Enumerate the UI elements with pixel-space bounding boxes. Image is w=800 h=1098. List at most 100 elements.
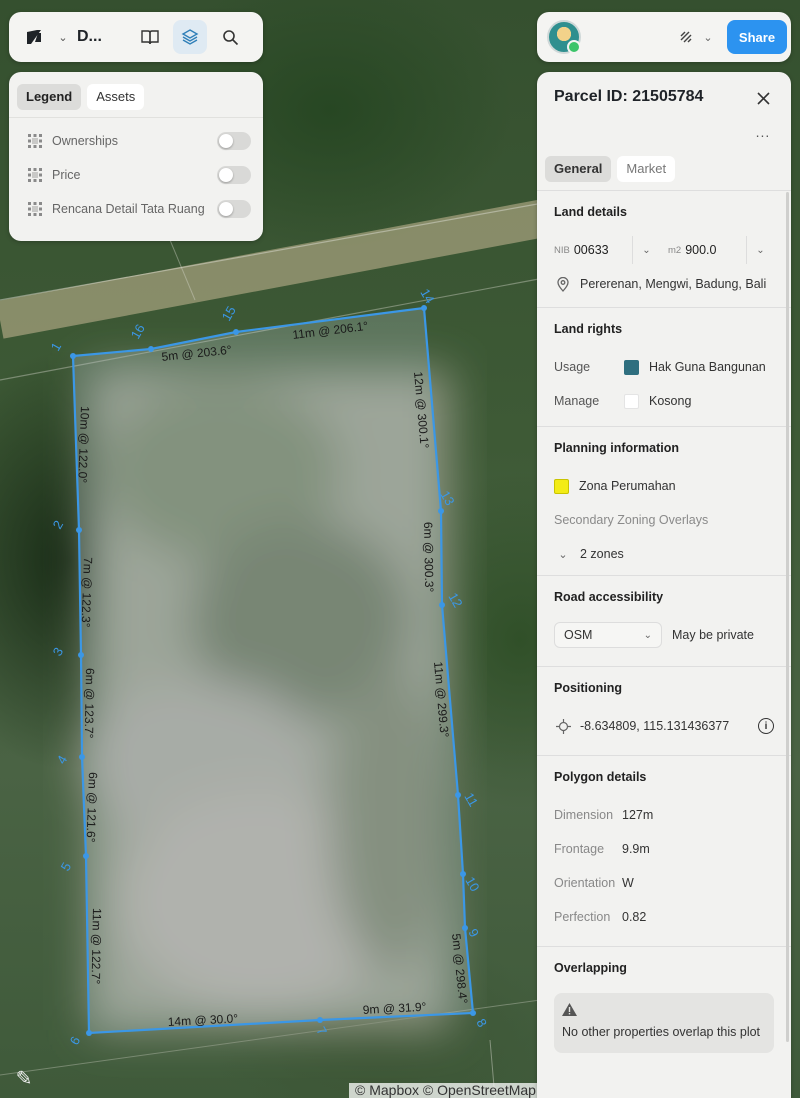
road-section: Road accessibility OSM ⌄ May be private bbox=[537, 575, 791, 652]
vertex-label: 4 bbox=[54, 753, 71, 767]
panel-scrollbar[interactable] bbox=[786, 192, 789, 1042]
tab-assets[interactable]: Assets bbox=[87, 84, 145, 110]
vertex-label: 11 bbox=[461, 790, 481, 809]
parcel-detail-panel: Parcel ID: 21505784 ... General Market L… bbox=[537, 72, 791, 1098]
dotted-square-icon bbox=[27, 201, 43, 217]
nib-field[interactable]: NIB 00633 ⌄ bbox=[554, 236, 660, 264]
planning-section: Planning information Zona Perumahan Seco… bbox=[537, 426, 791, 571]
rdtr-toggle[interactable] bbox=[217, 200, 251, 218]
legend-label: Rencana Detail Tata Ruang bbox=[52, 202, 205, 216]
edge-label: 10m @ 122.0° bbox=[75, 406, 92, 484]
section-title: Road accessibility bbox=[554, 590, 664, 604]
legend-item-ownerships: Ownerships bbox=[9, 124, 263, 158]
chevron-down-icon[interactable]: ⌄ bbox=[699, 31, 717, 44]
edge-label: 6m @ 123.7° bbox=[82, 668, 97, 739]
nib-value: 00633 bbox=[573, 243, 609, 257]
manage-value: Kosong bbox=[649, 394, 692, 408]
share-button[interactable]: Share bbox=[727, 20, 787, 54]
tab-legend[interactable]: Legend bbox=[17, 84, 82, 110]
workspace-title[interactable]: D... bbox=[77, 28, 127, 46]
usage-value: Hak Guna Bangunan bbox=[649, 360, 766, 374]
more-options-button[interactable]: ... bbox=[751, 124, 775, 144]
app-logo-icon[interactable] bbox=[19, 22, 49, 52]
chevron-down-icon[interactable]: ⌄ bbox=[746, 236, 774, 264]
polygon-value: 9.9m bbox=[622, 842, 650, 856]
dotted-square-icon bbox=[27, 133, 43, 149]
manage-color-swatch bbox=[624, 393, 639, 409]
chevron-down-icon[interactable]: ⌄ bbox=[632, 236, 660, 264]
layers-icon[interactable] bbox=[173, 20, 207, 54]
layers-toggle-icon[interactable] bbox=[673, 24, 699, 50]
vertex-label: 5 bbox=[58, 860, 75, 874]
search-icon[interactable] bbox=[213, 20, 247, 54]
ownerships-toggle[interactable] bbox=[217, 132, 251, 150]
price-toggle[interactable] bbox=[217, 166, 251, 184]
legend-item-price: Price bbox=[9, 158, 263, 192]
dotted-square-icon bbox=[27, 167, 43, 183]
polygon-value: W bbox=[622, 876, 634, 890]
vertex-label: 8 bbox=[473, 1016, 490, 1030]
close-icon[interactable] bbox=[751, 86, 775, 110]
area-value: 900.0 bbox=[685, 243, 717, 257]
polygon-key: Frontage bbox=[554, 842, 605, 856]
top-toolbar: ⌄ D... bbox=[9, 12, 263, 62]
zones-count: 2 zones bbox=[580, 547, 624, 561]
tab-general[interactable]: General bbox=[545, 156, 612, 182]
warning-icon bbox=[562, 1003, 578, 1019]
legend-label: Ownerships bbox=[52, 134, 118, 148]
section-title: Polygon details bbox=[554, 770, 647, 784]
nib-prefix: NIB bbox=[554, 244, 570, 256]
legend-item-rdtr: Rencana Detail Tata Ruang bbox=[9, 192, 263, 226]
edge-label: 6m @ 121.6° bbox=[84, 772, 100, 843]
vertex-label: 14 bbox=[417, 286, 437, 306]
edge-label: 7m @ 122.3° bbox=[79, 557, 95, 628]
tab-market[interactable]: Market bbox=[617, 156, 676, 182]
section-title: Planning information bbox=[554, 441, 679, 455]
section-title: Land rights bbox=[554, 322, 623, 336]
legend-label: Price bbox=[52, 168, 81, 182]
polygon-value: 127m bbox=[622, 808, 654, 822]
coordinates: -8.634809, 115.131436377 bbox=[580, 719, 730, 733]
parcel-title: Parcel ID: 21505784 bbox=[554, 88, 704, 105]
area-field[interactable]: m2 900.0 ⌄ bbox=[668, 236, 774, 264]
overlapping-section: Overlapping No other properties overlap … bbox=[537, 946, 791, 1053]
chevron-down-icon: ⌄ bbox=[643, 629, 652, 641]
vertex-label: 1 bbox=[48, 340, 65, 354]
overlap-notice: No other properties overlap this plot bbox=[554, 993, 774, 1053]
map-attribution[interactable]: © Mapbox © OpenStreetMap bbox=[349, 1083, 539, 1098]
polygon-section: Polygon details Dimension 127m Frontage 9.… bbox=[537, 755, 791, 934]
land-rights-section: Land rights Usage Hak Guna Bangunan Mana… bbox=[537, 307, 791, 418]
edge-label: 11m @ 122.7° bbox=[89, 908, 104, 985]
chevron-down-icon[interactable]: ⌄ bbox=[55, 31, 71, 44]
polygon-key: Dimension bbox=[554, 808, 614, 822]
info-icon[interactable]: i bbox=[758, 718, 774, 734]
manage-key: Manage bbox=[554, 394, 600, 408]
zone-name: Zona Perumahan bbox=[579, 479, 676, 493]
panel-tabs: General Market bbox=[545, 156, 676, 182]
vertex-label: 16 bbox=[128, 321, 148, 341]
legend-tabs: Legend Assets bbox=[9, 72, 263, 118]
secondary-overlays-label: Secondary Zoning Overlays bbox=[554, 513, 709, 527]
address-text: Pererenan, Mengwi, Badung, Bali bbox=[580, 277, 767, 291]
polygon-key: Perfection bbox=[554, 910, 611, 924]
section-title: Overlapping bbox=[554, 961, 627, 975]
book-icon[interactable] bbox=[133, 20, 167, 54]
road-status: May be private bbox=[672, 628, 754, 642]
vertex-label: 6 bbox=[67, 1034, 84, 1048]
location-pin-icon bbox=[554, 276, 572, 292]
polygon-value: 0.82 bbox=[622, 910, 647, 924]
chevron-down-icon: ⌄ bbox=[558, 548, 568, 561]
legend-panel: Legend Assets Ownerships Price Rencana D… bbox=[9, 72, 263, 241]
road-source-value: OSM bbox=[564, 628, 593, 642]
zones-expander[interactable]: ⌄ 2 zones bbox=[554, 537, 774, 571]
zone-color-swatch bbox=[554, 478, 569, 494]
edge-label: 6m @ 300.3° bbox=[421, 522, 436, 593]
road-source-select[interactable]: OSM ⌄ bbox=[554, 622, 662, 648]
vertex-label: 3 bbox=[50, 645, 67, 659]
panel-header: Parcel ID: 21505784 ... General Market bbox=[537, 72, 791, 190]
positioning-section: Positioning -8.634809, 115.131436377 i bbox=[537, 666, 791, 743]
overlap-message: No other properties overlap this plot bbox=[562, 1025, 761, 1039]
parcel-polygon[interactable] bbox=[71, 306, 475, 1035]
pencil-icon[interactable]: ✎ bbox=[10, 1064, 38, 1092]
avatar[interactable] bbox=[547, 20, 581, 54]
